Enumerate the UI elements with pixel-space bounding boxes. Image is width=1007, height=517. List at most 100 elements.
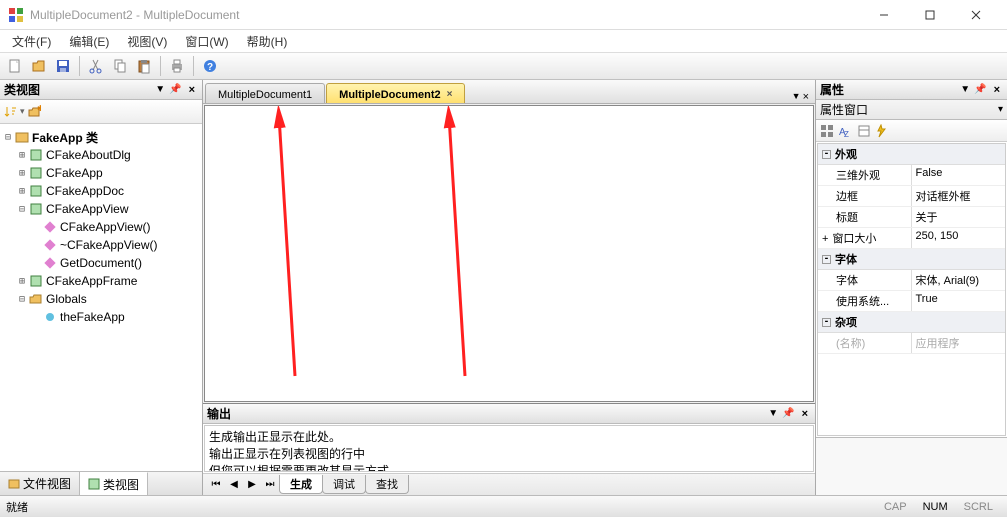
class-view-header: 类视图 ▼ 📌 × — [0, 80, 202, 100]
output-title: 输出 — [207, 405, 764, 422]
menu-bar: 文件(F) 编辑(E) 视图(V) 窗口(W) 帮助(H) — [0, 30, 1007, 52]
copy-button[interactable] — [109, 55, 131, 77]
output-panel: 输出 ▼ 📌 × 生成输出正显示在此处。 输出正显示在列表视图的行中 但您可以根… — [203, 403, 815, 495]
prop-row[interactable]: 边框对话框外框 — [818, 186, 1005, 207]
tab-dropdown-icon[interactable]: ▼ — [792, 91, 801, 103]
paste-button[interactable] — [133, 55, 155, 77]
document-tabs: MultipleDocument1 MultipleDocument2× ▼ × — [203, 80, 815, 104]
tree-item[interactable]: Globals — [46, 292, 87, 306]
status-scrl: SCRL — [956, 501, 1001, 513]
properties-button[interactable] — [857, 124, 871, 138]
class-icon — [28, 166, 44, 180]
tree-item[interactable]: CFakeApp — [46, 166, 103, 180]
center-panel: MultipleDocument1 MultipleDocument2× ▼ ×… — [203, 80, 815, 495]
variable-icon — [42, 310, 58, 324]
output-tab-debug[interactable]: 调试 — [322, 475, 366, 494]
class-icon — [28, 274, 44, 288]
cut-button[interactable] — [85, 55, 107, 77]
output-tab-build[interactable]: 生成 — [279, 475, 323, 494]
output-line: 但您可以根据需要更改其显示方式... — [209, 462, 809, 472]
window-controls — [861, 0, 999, 30]
status-cap: CAP — [876, 501, 915, 513]
pin-icon[interactable]: 📌 — [169, 84, 181, 95]
document-area[interactable] — [204, 105, 814, 402]
doc-tab-1[interactable]: MultipleDocument1 — [205, 83, 325, 103]
status-ready: 就绪 — [6, 499, 876, 515]
events-button[interactable] — [874, 124, 888, 138]
annotation-arrow — [265, 106, 305, 386]
close-panel-button[interactable]: × — [991, 84, 1003, 96]
tree-item[interactable]: GetDocument() — [60, 256, 142, 270]
dropdown-icon[interactable]: ▼ — [155, 84, 165, 95]
svg-text:Z: Z — [844, 130, 849, 138]
method-icon — [42, 238, 58, 252]
alphabetical-button[interactable]: AZ — [837, 124, 851, 138]
tree-item[interactable]: CFakeAppDoc — [46, 184, 124, 198]
output-tabs: ⏮ ◀ ▶ ⏭ 生成 调试 查找 — [203, 473, 815, 495]
pin-icon[interactable]: 📌 — [974, 84, 986, 95]
tree-item[interactable]: CFakeAppView — [46, 202, 129, 216]
prop-category[interactable]: -字体 — [818, 249, 1005, 270]
doc-tab-2[interactable]: MultipleDocument2× — [326, 83, 465, 103]
maximize-button[interactable] — [907, 0, 953, 30]
prop-row[interactable]: 使用系统...True — [818, 291, 1005, 312]
prop-row[interactable]: +窗口大小250, 150 — [818, 228, 1005, 249]
properties-toolbar: AZ — [816, 120, 1007, 142]
menu-help[interactable]: 帮助(H) — [241, 31, 294, 52]
close-panel-button[interactable]: × — [186, 84, 198, 96]
next-button[interactable]: ▶ — [243, 479, 261, 490]
property-grid[interactable]: -外观 三维外观False 边框对话框外框 标题关于 +窗口大小250, 150… — [817, 143, 1006, 436]
class-icon — [28, 202, 44, 216]
tree-item[interactable]: CFakeAboutDlg — [46, 148, 131, 162]
save-button[interactable] — [52, 55, 74, 77]
dropdown-icon[interactable]: ▾ — [998, 104, 1003, 115]
categorized-button[interactable] — [820, 124, 834, 138]
minimize-button[interactable] — [861, 0, 907, 30]
tab-file-view[interactable]: 文件视图 — [0, 472, 80, 495]
dropdown-icon[interactable]: ▼ — [768, 408, 778, 419]
last-button[interactable]: ⏭ — [261, 479, 279, 490]
tree-item[interactable]: ~CFakeAppView() — [60, 238, 158, 252]
prop-category[interactable]: -外观 — [818, 144, 1005, 165]
output-tab-find[interactable]: 查找 — [365, 475, 409, 494]
menu-edit[interactable]: 编辑(E) — [63, 31, 115, 52]
class-view-toolbar: ▾ ✱ — [0, 100, 202, 124]
new-file-button[interactable] — [4, 55, 26, 77]
prop-row[interactable]: (名称)应用程序 — [818, 333, 1005, 354]
class-view-icon — [88, 478, 100, 490]
left-panel-tabs: 文件视图 类视图 — [0, 471, 202, 495]
tree-item[interactable]: CFakeAppFrame — [46, 274, 137, 288]
properties-title: 属性 — [820, 81, 956, 98]
prev-button[interactable]: ◀ — [225, 479, 243, 490]
help-button[interactable]: ? — [199, 55, 221, 77]
output-content[interactable]: 生成输出正显示在此处。 输出正显示在列表视图的行中 但您可以根据需要更改其显示方… — [204, 425, 814, 472]
prop-row[interactable]: 三维外观False — [818, 165, 1005, 186]
method-icon — [42, 220, 58, 234]
class-tree[interactable]: ⊟FakeApp 类 ⊞CFakeAboutDlg ⊞CFakeApp ⊞CFa… — [0, 124, 202, 471]
open-file-button[interactable] — [28, 55, 50, 77]
dropdown-icon[interactable]: ▼ — [960, 84, 970, 95]
new-folder-button[interactable]: ✱ — [27, 105, 41, 119]
first-button[interactable]: ⏮ — [207, 479, 225, 490]
tree-item[interactable]: theFakeApp — [60, 310, 125, 324]
tab-class-view[interactable]: 类视图 — [80, 472, 148, 495]
prop-category[interactable]: -杂项 — [818, 312, 1005, 333]
properties-header: 属性 ▼ 📌 × — [816, 80, 1007, 100]
close-button[interactable] — [953, 0, 999, 30]
menu-window[interactable]: 窗口(W) — [179, 31, 234, 52]
prop-row[interactable]: 字体宋体, Arial(9) — [818, 270, 1005, 291]
project-icon — [14, 130, 30, 144]
menu-view[interactable]: 视图(V) — [121, 31, 173, 52]
print-button[interactable] — [166, 55, 188, 77]
sort-button[interactable] — [4, 105, 18, 119]
prop-row[interactable]: 标题关于 — [818, 207, 1005, 228]
close-tab-icon[interactable]: × — [447, 89, 453, 100]
property-description — [816, 437, 1007, 495]
menu-file[interactable]: 文件(F) — [6, 31, 57, 52]
tab-close-icon[interactable]: × — [803, 91, 809, 103]
close-panel-button[interactable]: × — [799, 408, 811, 420]
tree-root[interactable]: FakeApp 类 — [32, 129, 98, 146]
title-bar: MultipleDocument2 - MultipleDocument — [0, 0, 1007, 30]
tree-item[interactable]: CFakeAppView() — [60, 220, 150, 234]
pin-icon[interactable]: 📌 — [782, 408, 794, 419]
